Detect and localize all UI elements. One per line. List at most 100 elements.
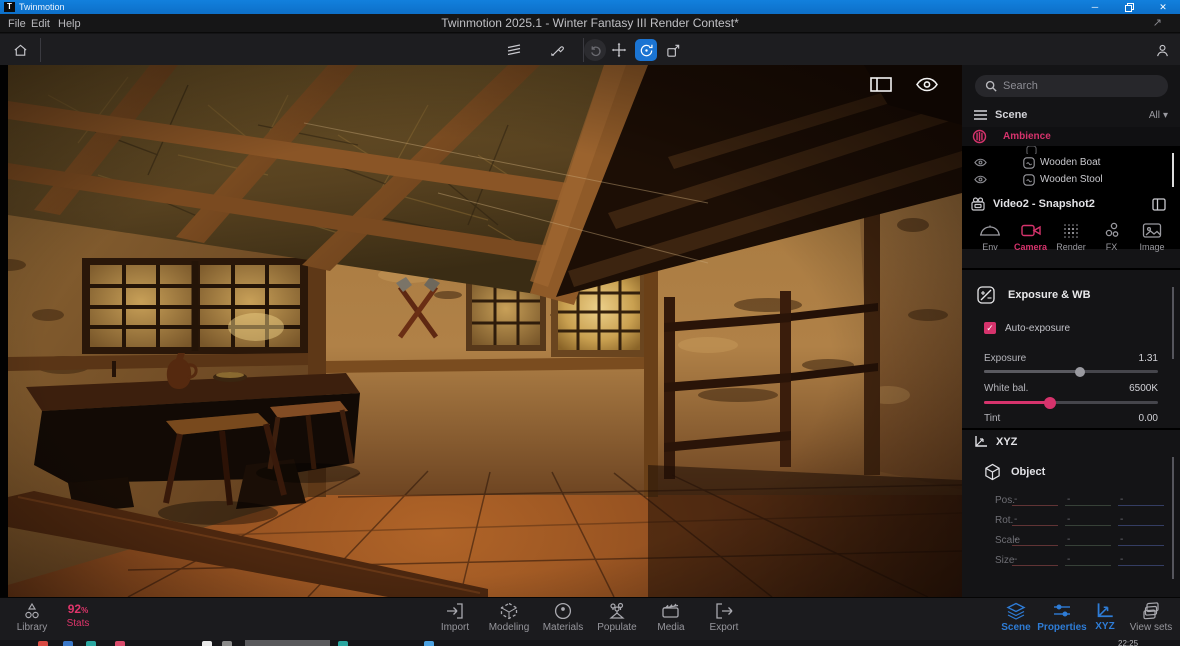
undo-icon[interactable] — [584, 39, 606, 61]
taskbar-app-icon[interactable] — [63, 641, 73, 646]
tree-item-wooden-stool[interactable]: Wooden Stool — [962, 171, 1180, 188]
menu-file[interactable]: File — [8, 14, 26, 33]
taskbar-app-icon[interactable] — [38, 641, 48, 646]
chevron-down-icon: ▾ — [1162, 109, 1168, 121]
media-button[interactable]: Media — [650, 602, 692, 633]
whitebal-slider-row: White bal. 6500K — [984, 383, 1158, 394]
view-sets-button[interactable]: View sets — [1126, 602, 1176, 633]
scale-tool-icon[interactable] — [662, 39, 684, 61]
tree-item-label: Ambience — [1003, 131, 1051, 142]
scene-tree-title: Scene — [995, 109, 1028, 121]
stats-button[interactable]: 92% Stats — [58, 602, 98, 629]
split-view-icon[interactable] — [870, 77, 892, 92]
properties-header: Video2 - Snapshot2 — [962, 193, 1180, 215]
rot-y-field[interactable]: - — [1065, 514, 1111, 526]
env-dome-icon — [979, 222, 1001, 239]
exposure-slider[interactable] — [984, 366, 1158, 377]
tab-env[interactable]: Env — [970, 220, 1010, 264]
scene-panel-toggle[interactable]: Scene — [996, 602, 1036, 633]
document-title: Twinmotion 2025.1 - Winter Fantasy III R… — [441, 16, 739, 30]
pos-x-field[interactable]: - — [1012, 494, 1058, 506]
taskbar-app-icon[interactable] — [202, 641, 212, 646]
auto-exposure-row[interactable]: ✓ Auto-exposure — [984, 322, 1070, 334]
menu-edit[interactable]: Edit — [31, 14, 50, 33]
populate-icon — [607, 602, 627, 620]
taskbar-app-icon[interactable] — [86, 641, 96, 646]
render-viewport[interactable] — [8, 65, 962, 597]
minimize-button[interactable]: ─ — [1078, 0, 1112, 14]
object-icon — [1026, 146, 1037, 154]
taskbar-app-icon[interactable] — [338, 641, 348, 646]
tab-image[interactable]: Image — [1132, 220, 1172, 264]
panel-toggle-icon[interactable] — [1152, 197, 1166, 211]
expand-window-icon[interactable]: ↗ — [1153, 14, 1162, 33]
populate-button[interactable]: Populate — [592, 602, 642, 633]
properties-panel-toggle[interactable]: Properties — [1036, 602, 1088, 633]
object-icon — [1023, 173, 1035, 186]
exposure-value: 1.31 — [1138, 353, 1158, 364]
exposure-wb-header: Exposure & WB — [976, 285, 1091, 305]
library-button[interactable]: Library — [12, 602, 52, 633]
attic-scene-render — [8, 65, 962, 597]
tab-camera[interactable]: Camera — [1011, 220, 1051, 264]
tree-item-wooden-boat[interactable]: Wooden Boat — [962, 154, 1180, 171]
tree-item-ambience[interactable]: Ambience — [962, 127, 1180, 146]
windows-titlebar: T Twinmotion ─ ✕ — [0, 0, 1180, 14]
auto-exposure-checkbox[interactable]: ✓ — [984, 322, 996, 334]
property-tabs: Env Camera Render FX Image — [962, 220, 1180, 264]
rot-x-field[interactable]: - — [1012, 514, 1058, 526]
taskbar-app-icon[interactable] — [424, 641, 434, 646]
xyz-panel-toggle[interactable]: XYZ — [1088, 602, 1122, 632]
taskbar-app-icon[interactable] — [115, 641, 125, 646]
library-icon — [22, 602, 42, 620]
properties-scrollbar[interactable] — [1172, 287, 1174, 359]
whitebal-slider[interactable] — [984, 396, 1158, 409]
modeling-button[interactable]: Modeling — [484, 602, 534, 633]
scale-y-field[interactable]: - — [1065, 534, 1111, 546]
export-button[interactable]: Export — [702, 602, 746, 633]
tree-scrollbar[interactable] — [1172, 153, 1174, 187]
eyedropper-icon[interactable] — [546, 39, 568, 61]
home-icon[interactable] — [9, 39, 31, 61]
scale-z-field[interactable]: - — [1118, 534, 1164, 546]
pos-z-field[interactable]: - — [1118, 494, 1164, 506]
viewport-left-border — [0, 65, 8, 597]
main-toolbar — [0, 34, 1180, 65]
close-button[interactable]: ✕ — [1146, 0, 1180, 14]
size-x-field[interactable]: - — [1012, 554, 1058, 566]
tab-render[interactable]: Render — [1051, 220, 1091, 264]
taskbar-active-window[interactable] — [245, 640, 330, 646]
bottom-bar: Library 92% Stats Import Modeling Materi… — [0, 597, 1180, 640]
scale-x-field[interactable]: - — [1012, 534, 1058, 546]
size-y-field[interactable]: - — [1065, 554, 1111, 566]
rot-z-field[interactable]: - — [1118, 514, 1164, 526]
scene-filter-dropdown[interactable]: All ▾ — [1149, 110, 1168, 121]
scene-layers-icon — [1006, 602, 1026, 620]
hamburger-icon[interactable] — [974, 110, 987, 120]
search-input[interactable] — [1003, 80, 1143, 92]
eye-icon[interactable] — [916, 77, 938, 92]
tree-item-partial — [962, 146, 1180, 154]
xyz-axis-icon — [974, 435, 988, 448]
xyz-scrollbar[interactable] — [1172, 457, 1174, 579]
visibility-eye-icon[interactable] — [974, 175, 987, 184]
taskbar-app-icon[interactable] — [222, 641, 232, 646]
layers-stack-icon[interactable] — [503, 39, 525, 61]
tint-slider-row: Tint 0.00 — [984, 413, 1158, 424]
rotate-tool-icon[interactable] — [635, 39, 657, 61]
account-icon[interactable] — [1151, 39, 1173, 61]
auto-exposure-label: Auto-exposure — [1005, 322, 1071, 334]
size-z-field[interactable]: - — [1118, 554, 1164, 566]
materials-button[interactable]: Materials — [538, 602, 588, 633]
search-icon — [985, 80, 997, 92]
maximize-button[interactable] — [1112, 0, 1146, 14]
visibility-eye-icon[interactable] — [974, 158, 987, 167]
search-box[interactable] — [975, 75, 1168, 97]
pos-y-field[interactable]: - — [1065, 494, 1111, 506]
tab-fx[interactable]: FX — [1092, 220, 1132, 264]
whitebal-value: 6500K — [1129, 383, 1158, 394]
move-tool-icon[interactable] — [608, 39, 630, 61]
object-row: Object — [984, 463, 1045, 481]
import-button[interactable]: Import — [432, 602, 478, 633]
menu-help[interactable]: Help — [58, 14, 81, 33]
